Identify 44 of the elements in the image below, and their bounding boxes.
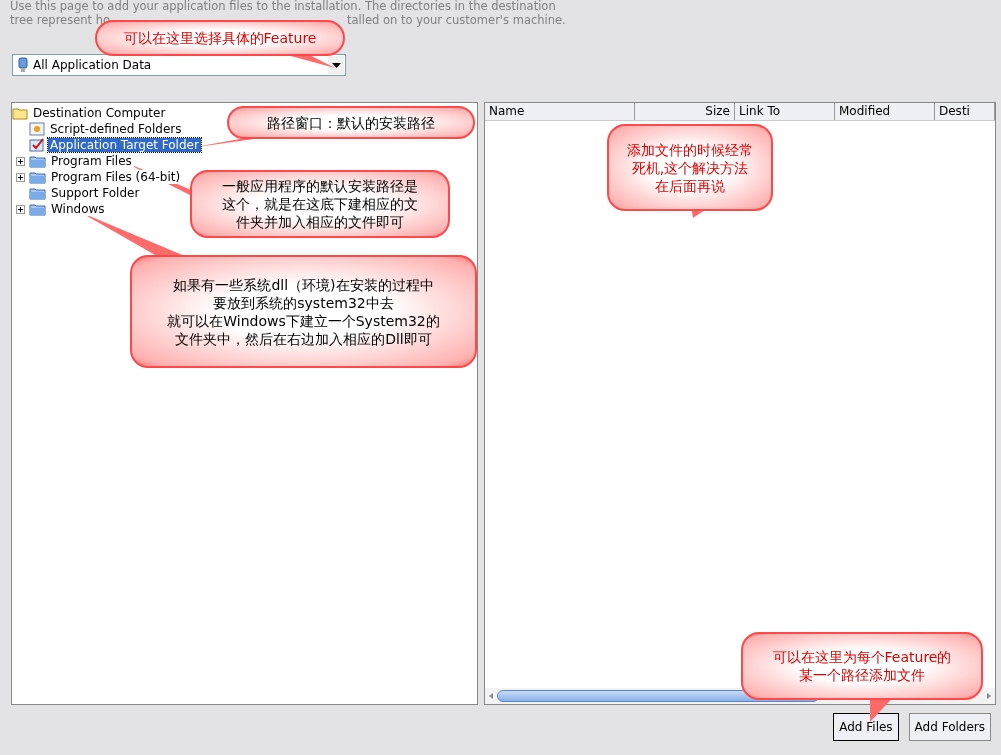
column-header[interactable]: Name <box>485 103 635 120</box>
folder-icon <box>29 186 46 200</box>
folder-icon <box>29 154 46 168</box>
column-header[interactable]: Desti <box>935 103 995 120</box>
callout-text: 可以在这里选择具体的Feature <box>123 29 317 47</box>
callout-text: 一般应用程序的默认安装路径是 <box>222 177 418 195</box>
checkmark-folder-icon <box>29 138 45 152</box>
callout-text: 件夹并加入相应的文件即可 <box>235 213 405 231</box>
expand-icon[interactable] <box>16 204 25 214</box>
folder-icon <box>29 202 46 216</box>
scroll-left-icon[interactable] <box>487 692 495 700</box>
callout-text: 路径窗口：默认的安装路径 <box>267 113 435 132</box>
callout-text: 如果有一些系统dll（环境)在安装的过程中 <box>172 275 435 294</box>
callout-text: 文件夹中，然后在右边加入相应的Dll即可 <box>174 329 433 348</box>
tree-item[interactable]: Script-defined Folders <box>48 122 184 136</box>
column-header[interactable]: Size <box>635 103 735 120</box>
tree-item[interactable]: Application Target Folder <box>48 138 201 152</box>
action-button[interactable]: Add Files <box>833 713 899 741</box>
folder-icon <box>12 106 28 120</box>
expand-icon[interactable] <box>16 156 25 166</box>
tree-item[interactable]: Support Folder <box>49 186 142 200</box>
callout-text: 添加文件的时候经常 <box>627 140 753 159</box>
callout-text: 可以在这里为每个Feature的 <box>772 648 952 666</box>
column-header[interactable]: Modified <box>835 103 935 120</box>
action-button[interactable]: Add Folders <box>908 713 991 741</box>
description-text: talled on to your customer's machine. <box>347 13 566 27</box>
tree-item[interactable]: Program Files <box>49 154 134 168</box>
callout-text: 在后面再说 <box>654 176 726 195</box>
tree-item[interactable]: Windows <box>49 202 107 216</box>
feature-dropdown[interactable]: All Application Data <box>12 54 346 76</box>
callout-text: 就可以在Windows下建立一个System32的 <box>167 311 440 330</box>
folder-icon <box>29 170 46 184</box>
callout-text: 这个，就是在这底下建相应的文 <box>222 195 418 213</box>
tree-item[interactable]: Program Files (64-bit) <box>49 170 183 184</box>
callout-text: 要放到系统的system32中去 <box>212 293 395 312</box>
expand-icon[interactable] <box>16 172 25 182</box>
description-text: Use this page to add your application files to the installation. The directories in the destination <box>10 0 557 13</box>
computer-icon <box>17 57 29 73</box>
callout-text: 某一个路径添加文件 <box>798 666 926 684</box>
callout-text: 死机,这个解决方法 <box>630 158 750 177</box>
tree-item[interactable]: Destination Computer <box>31 106 168 120</box>
column-header[interactable]: Link To <box>735 103 835 120</box>
scroll-right-icon[interactable] <box>985 692 993 700</box>
caret-icon <box>331 62 341 68</box>
